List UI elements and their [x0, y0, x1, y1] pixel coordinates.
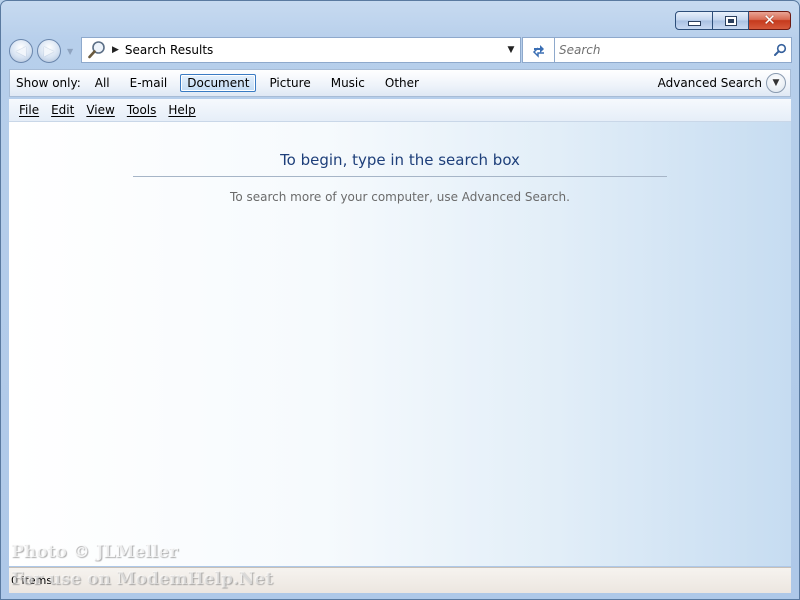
maximize-button[interactable] [713, 11, 749, 30]
close-button[interactable]: ✕ [749, 11, 791, 30]
search-icon [774, 43, 787, 56]
item-count: 0 items [11, 574, 53, 587]
minimize-icon [687, 21, 701, 26]
breadcrumb-chevron-icon[interactable]: ▶ [112, 45, 119, 55]
filter-email[interactable]: E-mail [123, 74, 175, 92]
minimize-button[interactable] [675, 11, 713, 30]
maximize-icon [724, 15, 737, 26]
chevron-down-icon: ▼ [766, 73, 786, 93]
address-bar[interactable]: ▶ Search Results ▼ [81, 37, 521, 63]
search-folder-icon [82, 38, 112, 62]
results-pane[interactable]: To begin, type in the search box To sear… [9, 122, 791, 566]
recent-pages-dropdown-icon[interactable]: ▼ [67, 47, 73, 56]
menu-edit[interactable]: Edit [51, 103, 74, 117]
empty-results-title: To begin, type in the search box [280, 151, 520, 169]
back-button[interactable]: ◀ [9, 39, 33, 63]
filter-music[interactable]: Music [324, 74, 372, 92]
advanced-search-toggle[interactable]: Advanced Search ▼ [658, 73, 786, 93]
status-bar: 0 items [9, 567, 791, 593]
caption-buttons: ✕ [675, 11, 791, 30]
advanced-search-label: Advanced Search [657, 76, 762, 90]
forward-arrow-icon: ▶ [44, 43, 54, 59]
menu-bar: File Edit View Tools Help [9, 99, 791, 122]
menu-tools[interactable]: Tools [127, 103, 157, 117]
filter-other[interactable]: Other [378, 74, 426, 92]
address-text: Search Results [124, 43, 214, 57]
refresh-icon [532, 45, 544, 58]
refresh-button[interactable] [522, 37, 555, 63]
divider [133, 176, 667, 177]
explorer-window: ✕ ◀ ▶ ▼ ▶ Search Results ▼ Search Show o… [0, 0, 800, 600]
show-only-bar: Show only: All E-mail Document Picture M… [9, 69, 791, 97]
menu-view[interactable]: View [86, 103, 114, 117]
search-input[interactable] [555, 42, 769, 58]
address-dropdown-icon[interactable]: ▼ [502, 45, 520, 55]
show-only-label: Show only: [16, 76, 81, 90]
filter-picture[interactable]: Picture [262, 74, 317, 92]
forward-button[interactable]: ▶ [37, 39, 61, 63]
close-icon: ✕ [763, 11, 776, 29]
navigation-bar: ◀ ▶ ▼ ▶ Search Results ▼ [9, 37, 793, 65]
menu-file[interactable]: File [19, 103, 39, 117]
advanced-search-hint: To search more of your computer, use Adv… [230, 190, 570, 204]
filter-all[interactable]: All [88, 74, 117, 92]
search-box[interactable] [554, 37, 792, 63]
menu-help[interactable]: Help [168, 103, 195, 117]
back-arrow-icon: ◀ [16, 43, 26, 59]
search-button[interactable] [769, 43, 791, 57]
nav-buttons: ◀ ▶ ▼ [9, 37, 79, 65]
filter-document[interactable]: Document [180, 74, 257, 92]
